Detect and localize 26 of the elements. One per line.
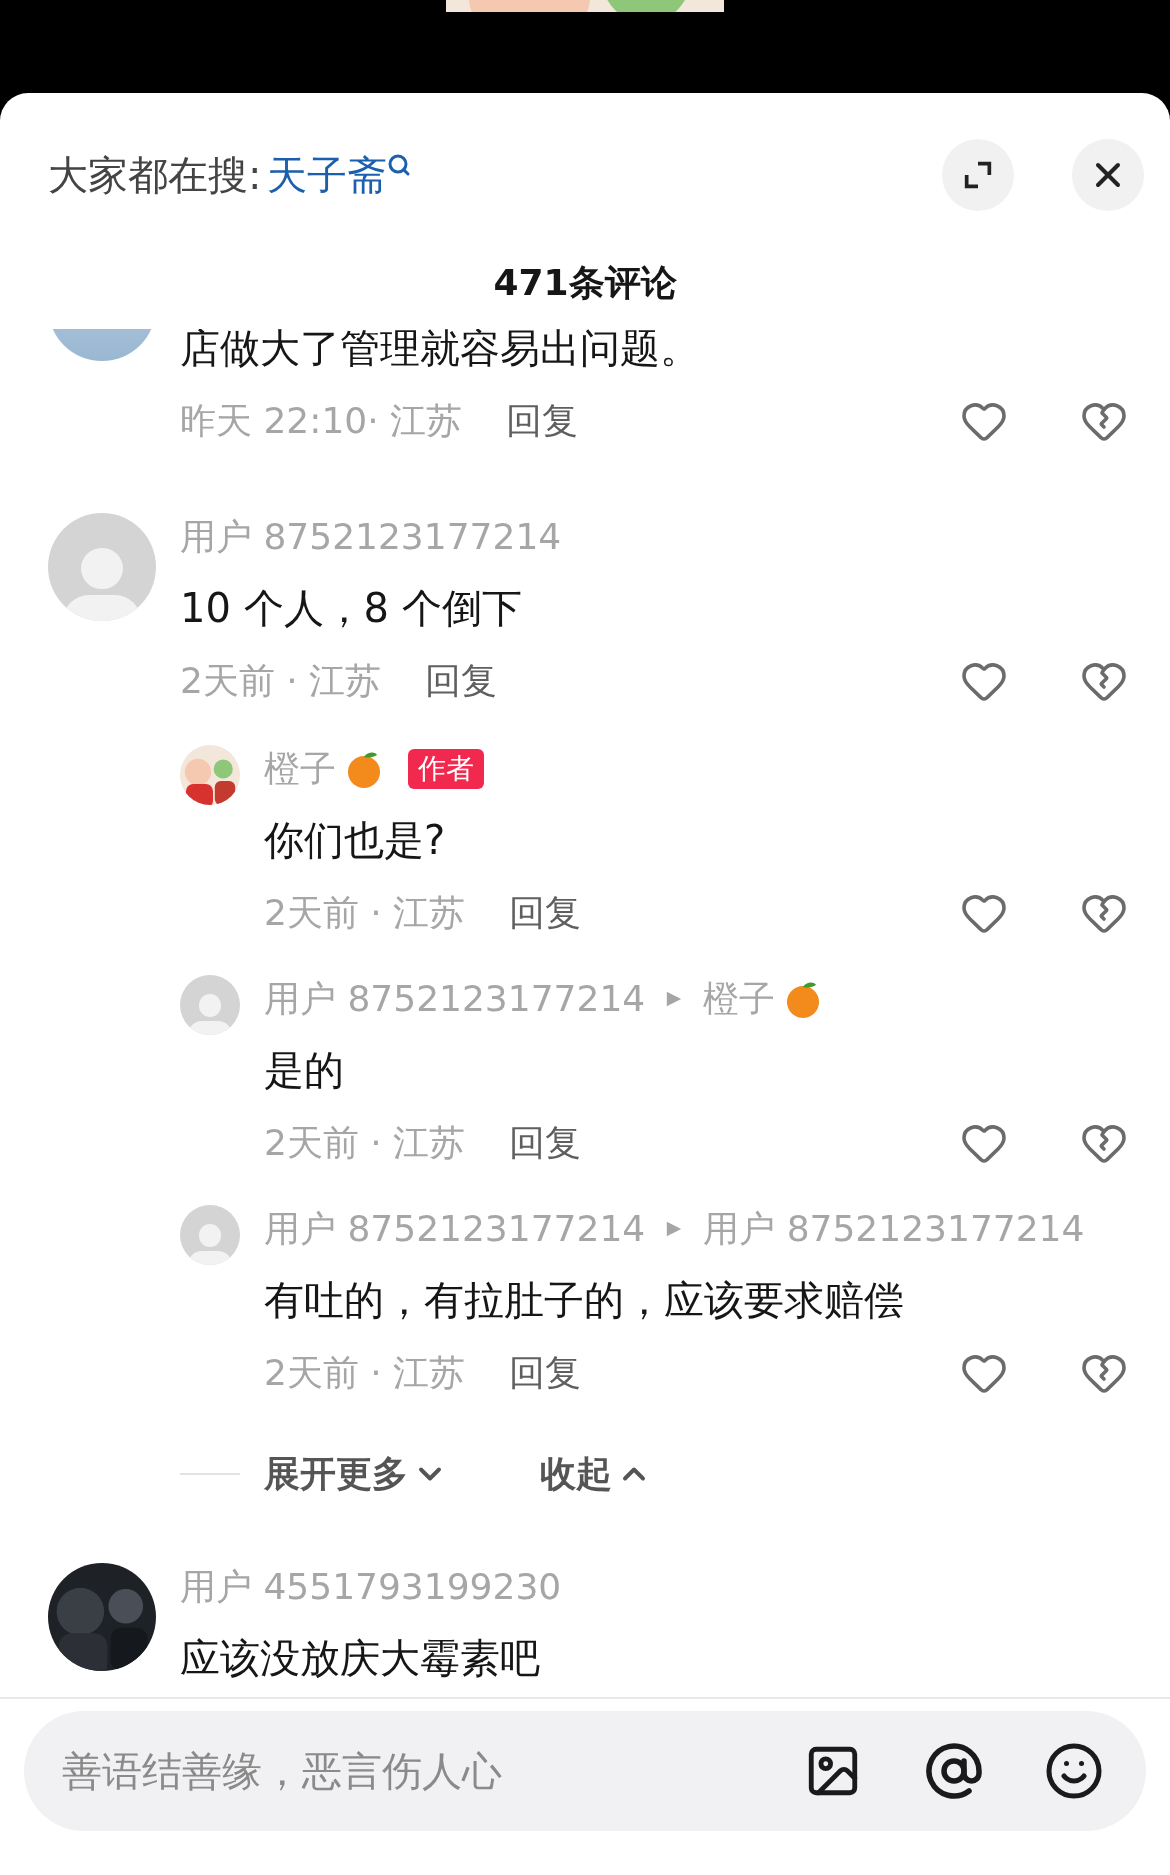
comment-count: 471条评论 [493,261,677,305]
comment-text: 应该没放庆大霉素吧 [180,1634,541,1683]
trending-keyword[interactable]: 天子斋 [267,145,388,205]
search-icon [387,153,412,177]
reply-button[interactable]: 回复 [509,886,582,940]
reply-button[interactable]: 回复 [425,654,498,708]
comment-meta: 2天前 · 江苏 [264,1121,466,1165]
comment-text: 是的 [264,1046,345,1095]
collapse-button[interactable]: 收起 [540,1447,652,1501]
emoji-icon[interactable] [1044,1741,1104,1801]
comment-text: 10 个人，8 个倒下 [180,584,523,633]
expand-more-button[interactable]: 展开更多 [264,1447,448,1501]
comment-meta: 昨天 22:10· 江苏 [180,399,463,443]
comment-meta: 2天前 · 江苏 [264,1351,466,1395]
comment-meta: 2天前 · 江苏 [264,891,466,935]
reply-button[interactable]: 回复 [509,1116,582,1170]
trending-label: 大家都在搜: [48,151,262,200]
comment-meta: 2天前 · 江苏 [180,659,382,703]
reply-button[interactable]: 回复 [509,1346,582,1400]
comment-text: 有吐的，有拉肚子的，应该要求赔偿 [264,1276,905,1325]
reply-button[interactable]: 回复 [506,394,579,448]
comment-input[interactable]: 善语结善缘，恶言伤人心 [24,1711,1146,1831]
mention-icon[interactable] [924,1741,984,1801]
author-badge: 作者 [408,749,484,789]
comment-field[interactable]: 善语结善缘，恶言伤人心 [62,1741,804,1801]
comment-text: 你们也是? [264,816,447,865]
